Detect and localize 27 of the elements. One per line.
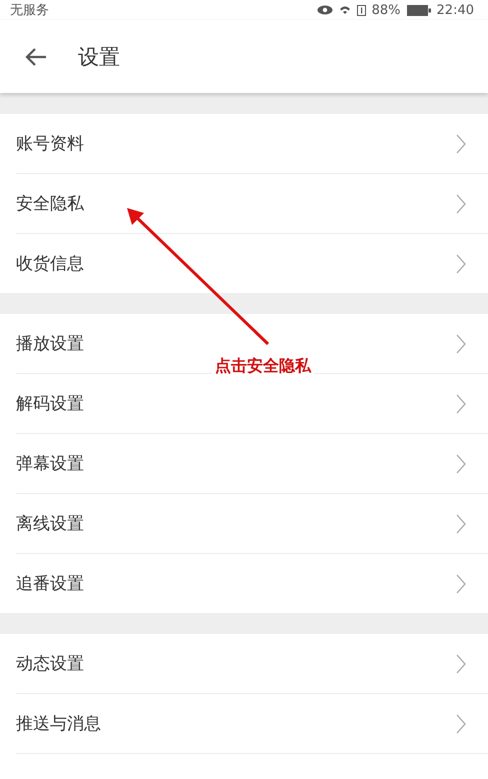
wifi-icon xyxy=(338,5,351,15)
page-title: 设置 xyxy=(78,44,120,70)
settings-item[interactable]: 推送与消息 xyxy=(16,694,488,754)
chevron-right-icon xyxy=(456,574,466,594)
chevron-right-icon xyxy=(456,514,466,534)
carrier-text: 无服务 xyxy=(10,2,49,19)
chevron-right-icon xyxy=(456,454,466,474)
settings-item[interactable]: 账号资料 xyxy=(16,114,488,174)
chevron-right-icon xyxy=(456,194,466,214)
sim-icon xyxy=(356,4,366,16)
settings-item[interactable]: 弹幕设置 xyxy=(16,434,488,494)
back-button[interactable] xyxy=(24,46,48,66)
settings-item[interactable]: 离线设置 xyxy=(16,494,488,554)
chevron-right-icon xyxy=(456,654,466,674)
eye-icon xyxy=(316,5,333,15)
settings-item[interactable]: 追番设置 xyxy=(16,554,488,613)
chevron-right-icon xyxy=(456,134,466,154)
chevron-right-icon xyxy=(456,254,466,274)
battery-icon xyxy=(406,4,431,16)
back-arrow-icon xyxy=(24,46,48,66)
chevron-right-icon xyxy=(456,714,466,734)
chevron-right-icon xyxy=(456,394,466,414)
clock-time: 22:40 xyxy=(436,2,474,18)
battery-percent: 88% xyxy=(372,2,401,18)
settings-item[interactable]: 收货信息 xyxy=(16,234,488,293)
settings-item[interactable]: 动态设置 xyxy=(16,634,488,694)
chevron-right-icon xyxy=(456,334,466,354)
